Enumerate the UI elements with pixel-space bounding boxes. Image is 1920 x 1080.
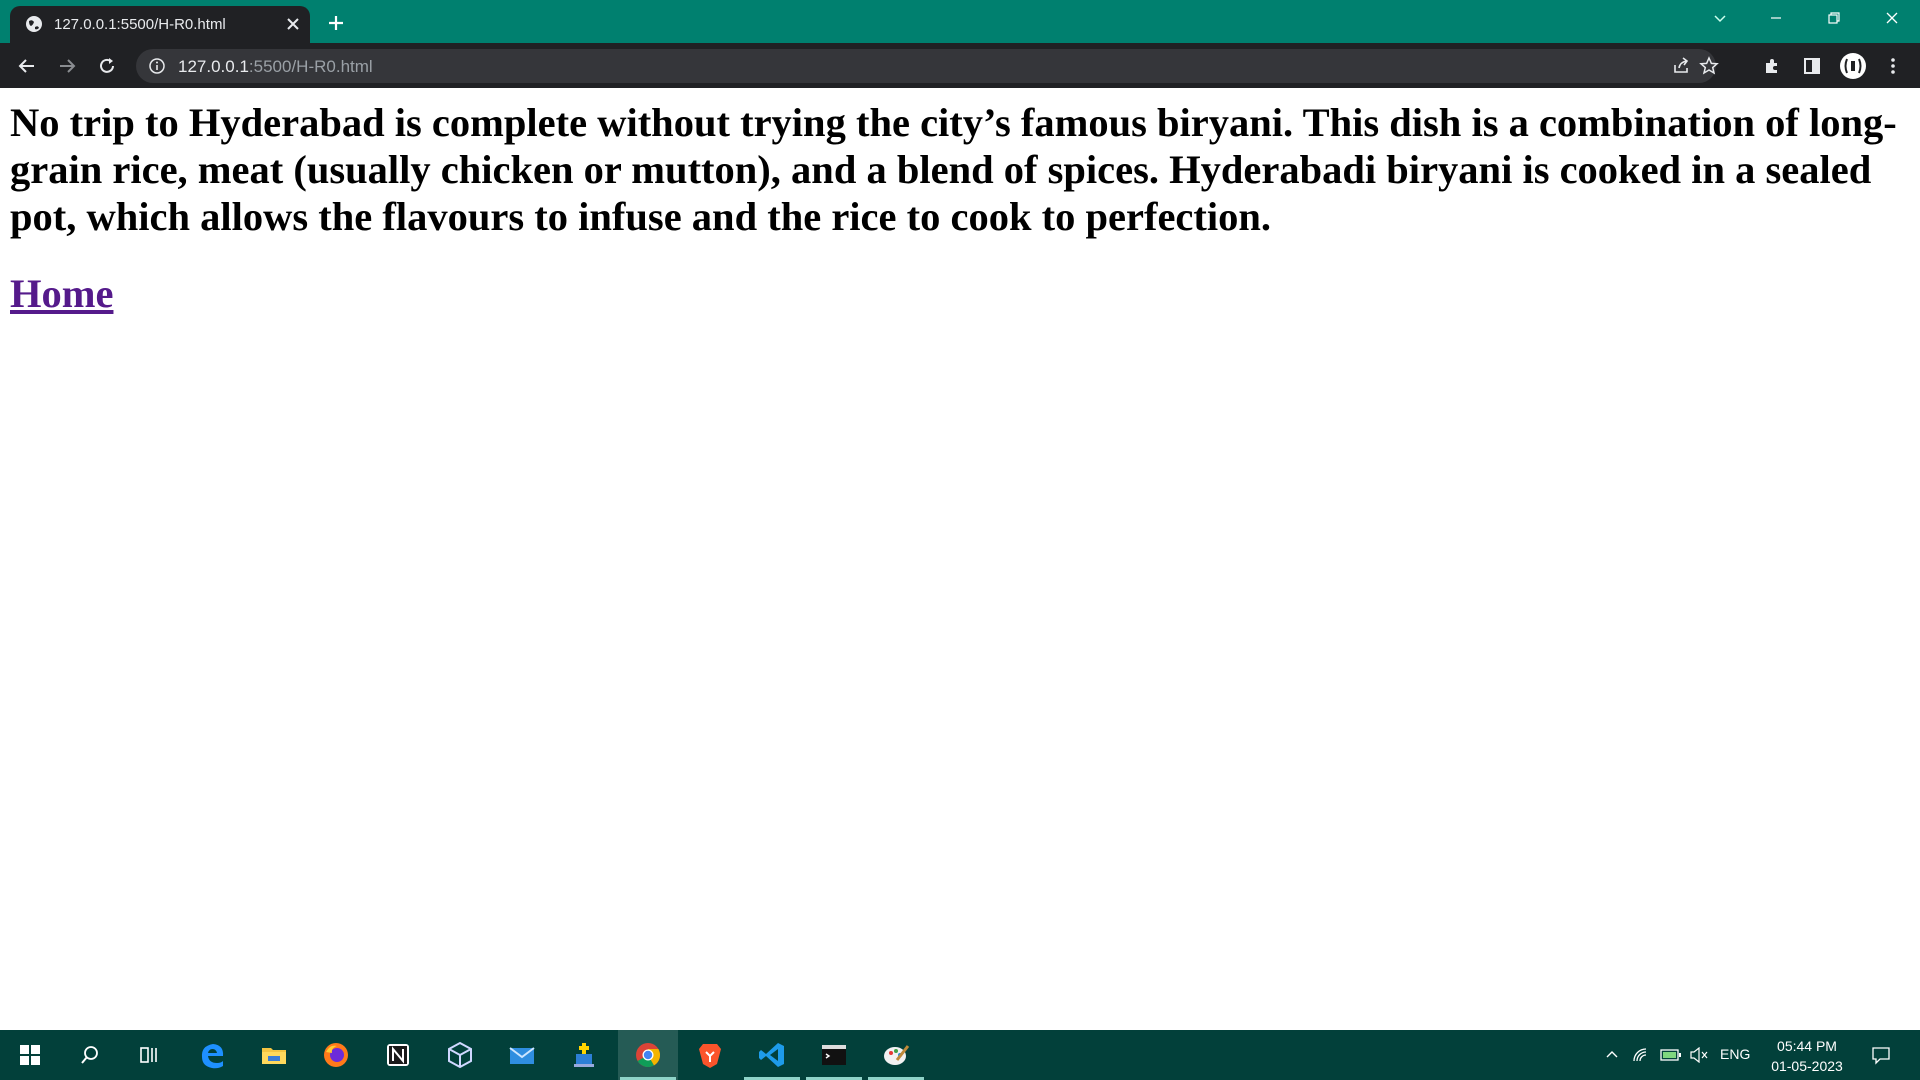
extensions-icon[interactable] (1757, 51, 1787, 81)
paint-icon[interactable] (866, 1030, 926, 1080)
reload-icon[interactable] (92, 51, 122, 81)
url-host: 127.0.0.1 (178, 57, 249, 76)
url-text: 127.0.0.1:5500/H-R0.html (178, 57, 373, 77)
terminal-icon[interactable] (804, 1030, 864, 1080)
notifications-icon[interactable] (1866, 1030, 1896, 1080)
windows-taskbar: ENG 05:44 PM 01-05-2023 (0, 1030, 1920, 1080)
mail-icon[interactable] (492, 1030, 552, 1080)
site-info-icon[interactable] (148, 57, 166, 75)
new-tab-icon[interactable] (322, 9, 350, 37)
url-path: :5500/H-R0.html (248, 57, 373, 76)
share-icon[interactable] (1666, 51, 1696, 81)
address-bar[interactable]: 127.0.0.1:5500/H-R0.html (136, 49, 1719, 83)
home-link[interactable]: Home (10, 270, 113, 317)
battery-icon[interactable] (1658, 1030, 1684, 1080)
close-window-icon[interactable] (1864, 0, 1920, 36)
browser-toolbar: 127.0.0.1:5500/H-R0.html (0, 43, 1920, 88)
back-icon[interactable] (12, 51, 42, 81)
clock-time: 05:44 PM (1777, 1038, 1837, 1054)
profile-avatar-icon[interactable] (1838, 51, 1868, 81)
app-icon[interactable] (554, 1030, 614, 1080)
chrome-icon[interactable] (618, 1030, 678, 1080)
system-clock[interactable]: 05:44 PM 01-05-2023 (1760, 1036, 1854, 1076)
vscode-icon[interactable] (742, 1030, 802, 1080)
virtualbox-icon[interactable] (430, 1030, 490, 1080)
browser-tab[interactable]: 127.0.0.1:5500/H-R0.html (10, 6, 310, 43)
biryani-paragraph-heading: No trip to Hyderabad is complete without… (10, 100, 1897, 239)
input-language[interactable]: ENG (1720, 1046, 1750, 1062)
tab-search-icon[interactable] (1692, 0, 1748, 36)
browser-tab-strip: 127.0.0.1:5500/H-R0.html (0, 0, 1920, 43)
clock-date: 01-05-2023 (1771, 1058, 1843, 1074)
close-tab-icon[interactable] (281, 12, 305, 36)
restore-icon[interactable] (1806, 0, 1862, 36)
search-icon[interactable] (60, 1030, 120, 1080)
tab-title: 127.0.0.1:5500/H-R0.html (54, 16, 226, 33)
file-explorer-icon[interactable] (244, 1030, 304, 1080)
edge-icon[interactable] (182, 1030, 242, 1080)
bookmark-star-icon[interactable] (1694, 51, 1724, 81)
forward-icon[interactable] (52, 51, 82, 81)
task-view-icon[interactable] (120, 1030, 180, 1080)
brave-icon[interactable] (680, 1030, 740, 1080)
minimize-icon[interactable] (1748, 0, 1804, 36)
page-viewport: No trip to Hyderabad is complete without… (0, 88, 1920, 1030)
windows-start-icon[interactable] (0, 1030, 60, 1080)
notion-icon[interactable] (368, 1030, 428, 1080)
side-panel-icon[interactable] (1797, 51, 1827, 81)
globe-icon (25, 15, 43, 33)
volume-muted-icon[interactable] (1686, 1030, 1712, 1080)
menu-kebab-icon[interactable] (1878, 51, 1908, 81)
network-icon[interactable] (1628, 1030, 1654, 1080)
firefox-icon[interactable] (306, 1030, 366, 1080)
show-hidden-icons-icon[interactable] (1600, 1030, 1624, 1080)
